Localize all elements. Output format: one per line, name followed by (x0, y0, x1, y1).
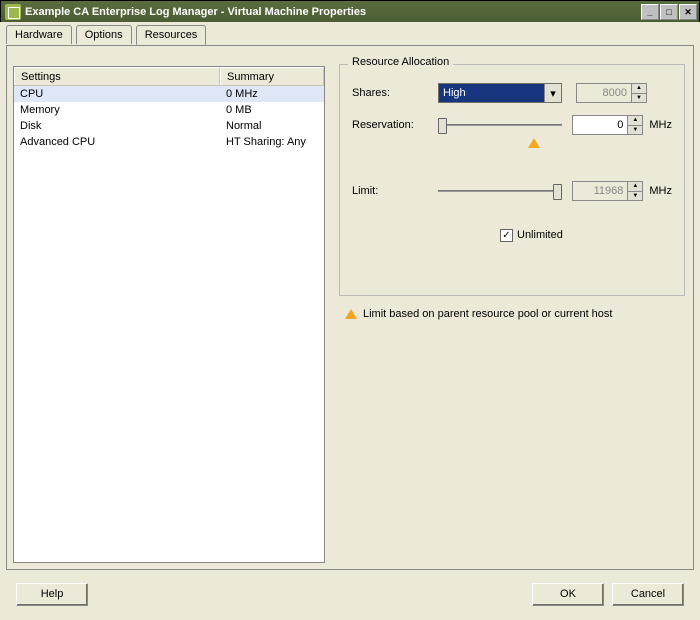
close-button[interactable]: ✕ (679, 4, 697, 20)
warning-icon (528, 138, 540, 151)
table-row[interactable]: Memory 0 MB (14, 102, 324, 118)
tabs: Hardware Options Resources (6, 24, 694, 46)
maximize-button[interactable]: □ (660, 4, 678, 20)
row-setting: Memory (14, 103, 220, 117)
reservation-label: Reservation: (352, 119, 438, 131)
shares-number (576, 83, 632, 103)
row-summary: Normal (220, 119, 324, 133)
app-icon (5, 4, 21, 20)
group-title: Resource Allocation (348, 56, 453, 68)
help-button[interactable]: Help (16, 583, 88, 606)
dialog-buttons: Help OK Cancel (6, 576, 694, 612)
minimize-button[interactable]: _ (641, 4, 659, 20)
hint-text: Limit based on parent resource pool or c… (363, 308, 612, 320)
row-setting: CPU (14, 87, 220, 101)
reservation-spinner[interactable]: ▲▼ (628, 115, 643, 135)
settings-table: Settings Summary CPU 0 MHz Memory 0 MB D… (13, 66, 325, 563)
shares-select[interactable]: High ▾ (438, 83, 562, 103)
col-summary[interactable]: Summary (220, 67, 324, 85)
reservation-slider[interactable] (438, 115, 562, 135)
reservation-unit: MHz (649, 119, 672, 131)
row-summary: HT Sharing: Any (220, 135, 324, 149)
shares-spinner: ▲▼ (632, 83, 647, 103)
row-summary: 0 MB (220, 103, 324, 117)
row-summary: 0 MHz (220, 87, 324, 101)
row-setting: Disk (14, 119, 220, 133)
ok-button[interactable]: OK (532, 583, 604, 606)
reservation-input[interactable] (572, 115, 628, 135)
window-title: Example CA Enterprise Log Manager - Virt… (25, 6, 640, 18)
tab-resources[interactable]: Resources (136, 25, 207, 45)
unlimited-label: Unlimited (517, 229, 563, 241)
resource-allocation-group: Resource Allocation Shares: High ▾ ▲▼ Re… (339, 64, 685, 296)
table-row[interactable]: Disk Normal (14, 118, 324, 134)
limit-label: Limit: (352, 185, 438, 197)
unlimited-checkbox[interactable]: ✓ (500, 229, 513, 242)
chevron-down-icon[interactable]: ▾ (544, 84, 561, 102)
table-row[interactable]: CPU 0 MHz (14, 86, 324, 102)
table-row[interactable]: Advanced CPU HT Sharing: Any (14, 134, 324, 150)
title-bar: Example CA Enterprise Log Manager - Virt… (1, 1, 699, 23)
limit-input (572, 181, 628, 201)
limit-slider[interactable] (438, 181, 562, 201)
tab-options[interactable]: Options (76, 25, 132, 44)
col-settings[interactable]: Settings (14, 67, 220, 85)
tab-hardware[interactable]: Hardware (6, 25, 72, 44)
cancel-button[interactable]: Cancel (612, 583, 684, 606)
shares-value: High (443, 87, 466, 99)
limit-unit: MHz (649, 185, 672, 197)
limit-spinner: ▲▼ (628, 181, 643, 201)
shares-label: Shares: (352, 87, 438, 99)
resources-panel: Settings Summary CPU 0 MHz Memory 0 MB D… (6, 46, 694, 570)
row-setting: Advanced CPU (14, 135, 220, 149)
warning-icon (345, 309, 357, 319)
limit-hint: Limit based on parent resource pool or c… (345, 308, 612, 320)
